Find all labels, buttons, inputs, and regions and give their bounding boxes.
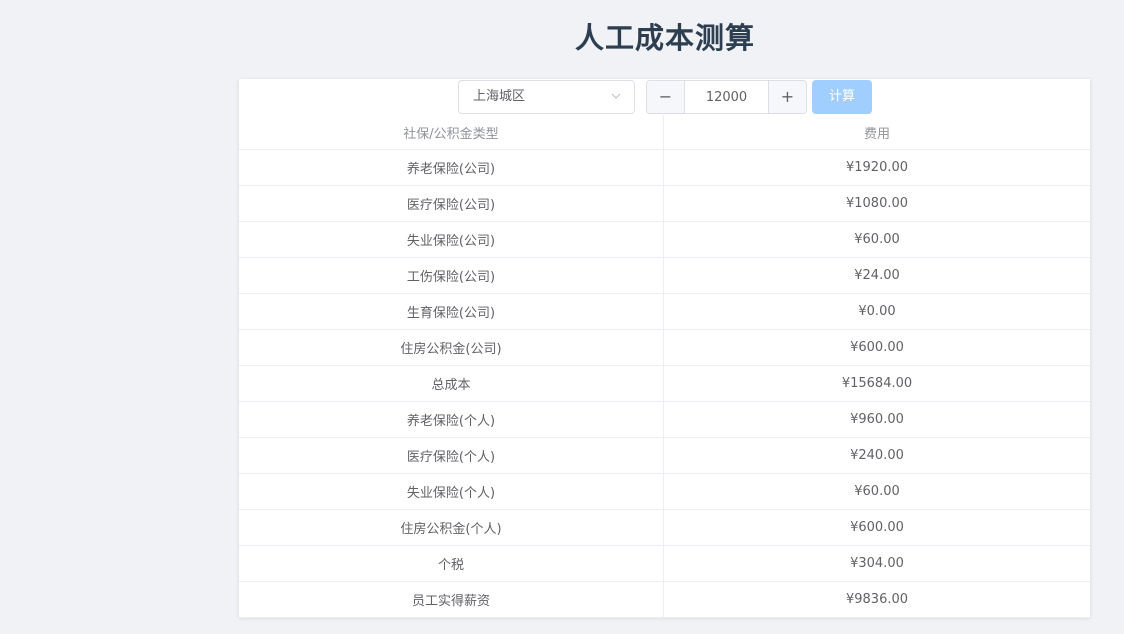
row-cost: ¥60.00 [854,484,900,499]
row-type: 总成本 [239,366,664,401]
row-cost: ¥304.00 [850,556,904,571]
row-cost: ¥24.00 [854,268,900,283]
table-row: 个税 ¥304.00 [239,546,1090,582]
table-row: 生育保险(公司) ¥0.00 [239,294,1090,330]
row-type: 住房公积金(个人) [239,510,664,545]
row-cost: ¥9836.00 [845,592,909,607]
table-row: 失业保险(个人) ¥60.00 [239,474,1090,510]
table-row: 失业保险(公司) ¥60.00 [239,222,1090,258]
row-cost: ¥1920.00 [845,160,909,175]
row-cost: ¥15684.00 [841,376,913,391]
table-row: 总成本 ¥15684.00 [239,366,1090,402]
chevron-down-icon [611,93,621,99]
row-cost: ¥60.00 [854,232,900,247]
row-type: 住房公积金(公司) [239,330,664,365]
city-select[interactable]: 上海城区 [458,80,635,114]
row-cost: ¥0.00 [858,304,896,319]
table-row: 工伤保险(公司) ¥24.00 [239,258,1090,294]
table-row: 养老保险(个人) ¥960.00 [239,402,1090,438]
salary-stepper: − + [646,80,807,114]
increment-button[interactable]: + [768,81,806,113]
table-header-row: 社保/公积金类型 费用 [239,115,1090,150]
row-type: 生育保险(公司) [239,294,664,329]
table-row: 员工实得薪资 ¥9836.00 [239,582,1090,618]
table-row: 医疗保险(个人) ¥240.00 [239,438,1090,474]
calculate-button[interactable]: 计算 [812,80,872,114]
row-type: 员工实得薪资 [239,582,664,617]
city-select-value: 上海城区 [473,89,526,104]
row-cost: ¥600.00 [850,520,904,535]
row-type: 个税 [239,546,664,581]
header-type: 社保/公积金类型 [239,115,664,149]
page-title: 人工成本测算 [574,21,755,55]
table-row: 医疗保险(公司) ¥1080.00 [239,186,1090,222]
table-row: 住房公积金(公司) ¥600.00 [239,330,1090,366]
row-cost: ¥600.00 [850,340,904,355]
row-cost: ¥240.00 [850,448,904,463]
row-type: 失业保险(公司) [239,222,664,257]
header-cost: 费用 [863,126,890,142]
row-type: 养老保险(公司) [239,150,664,185]
row-cost: ¥960.00 [850,412,904,427]
cost-calculator-card: 上海城区 − + 计算 社保/公积金类型 费用 养老保险(公司) ¥1920.0… [239,79,1090,618]
salary-input[interactable] [685,81,768,113]
toolbar: 上海城区 − + 计算 [239,79,1090,115]
cost-table: 社保/公积金类型 费用 养老保险(公司) ¥1920.00 医疗保险(公司) ¥… [239,115,1090,618]
row-type: 医疗保险(个人) [239,438,664,473]
row-type: 医疗保险(公司) [239,186,664,221]
row-type: 失业保险(个人) [239,474,664,509]
decrement-button[interactable]: − [647,81,685,113]
table-row: 养老保险(公司) ¥1920.00 [239,150,1090,186]
row-type: 养老保险(个人) [239,402,664,437]
table-row: 住房公积金(个人) ¥600.00 [239,510,1090,546]
row-type: 工伤保险(公司) [239,258,664,293]
row-cost: ¥1080.00 [845,196,909,211]
